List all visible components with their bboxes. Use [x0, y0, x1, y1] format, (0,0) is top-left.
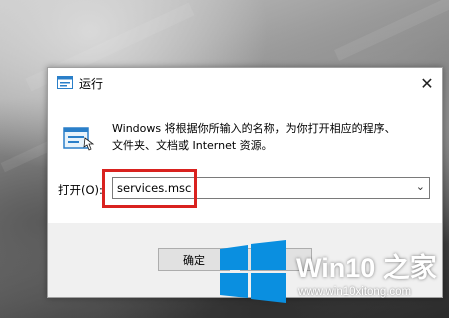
run-icon [57, 76, 73, 89]
watermark-title: Win10 之家 [296, 253, 437, 283]
dialog-description: Windows 将根据你所输入的名称，为你打开相应的程序、 文件夹、文档或 In… [112, 120, 422, 154]
title-bar[interactable]: 运行 ✕ [48, 68, 442, 98]
windows-logo-icon [220, 240, 286, 303]
close-button[interactable]: ✕ [412, 68, 442, 98]
description-line-2: 文件夹、文档或 Internet 资源。 [112, 139, 273, 152]
window-title: 运行 [79, 77, 104, 91]
description-line-1: Windows 将根据你所输入的名称，为你打开相应的程序、 [112, 122, 396, 135]
open-label: 打开(O): [58, 183, 103, 197]
chevron-down-icon[interactable]: ⌄ [416, 180, 425, 193]
highlight-box [102, 169, 197, 208]
ok-button-label: 确定 [183, 253, 205, 267]
run-icon [63, 127, 95, 151]
watermark-url: www.win10xitong.com [298, 286, 412, 298]
watermark: Win10 之家 www.win10xitong.com [216, 240, 441, 305]
close-icon: ✕ [420, 73, 434, 93]
